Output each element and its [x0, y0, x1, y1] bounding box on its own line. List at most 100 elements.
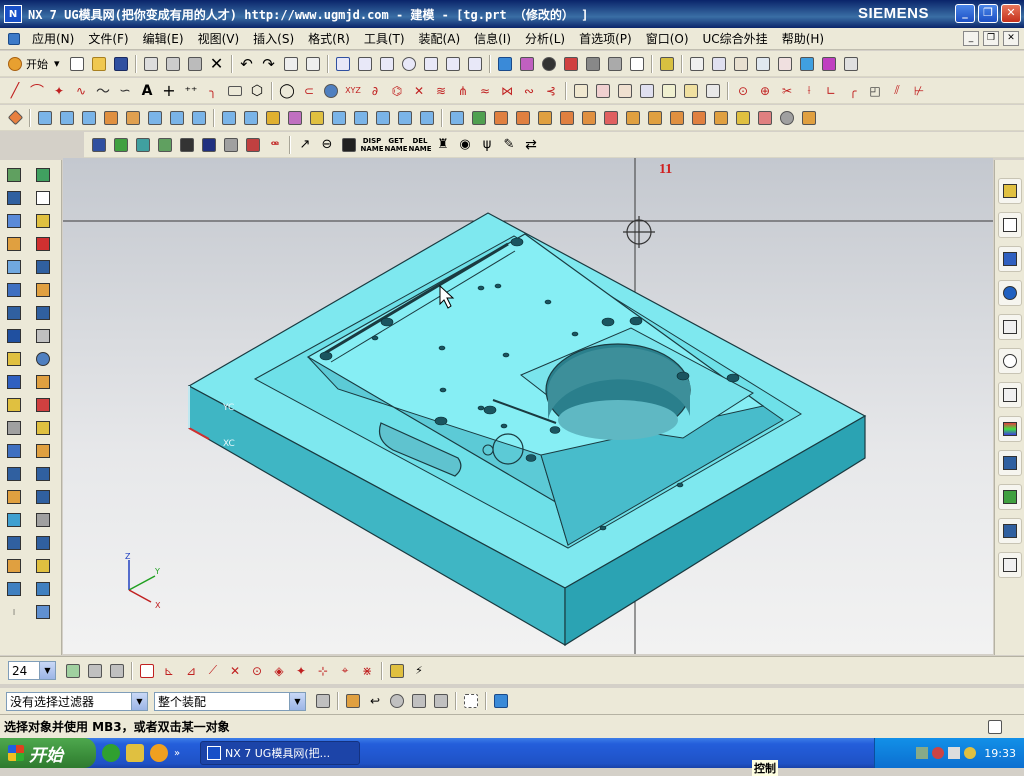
- orient-wcs-icon[interactable]: ↗: [295, 135, 315, 155]
- studio-render-icon[interactable]: [583, 54, 603, 74]
- perspective-icon[interactable]: [443, 54, 463, 74]
- save-icon[interactable]: [111, 54, 131, 74]
- mirror-body-icon[interactable]: [33, 326, 53, 346]
- tray-network-icon[interactable]: [916, 747, 929, 759]
- layer-visibility-icon[interactable]: [63, 661, 83, 681]
- menu-item-file[interactable]: 文件(F): [81, 30, 135, 47]
- open-file-icon[interactable]: [89, 54, 109, 74]
- notes-tab-icon[interactable]: [998, 552, 1022, 578]
- extract-curve-icon[interactable]: ≈: [475, 81, 495, 101]
- offset-face-icon[interactable]: [417, 108, 437, 128]
- rotate-icon[interactable]: [399, 54, 419, 74]
- wrap-curve-icon[interactable]: ⋈: [497, 81, 517, 101]
- sweep-icon[interactable]: [79, 108, 99, 128]
- menu-item-assembly[interactable]: 装配(A): [412, 30, 468, 47]
- chevron-down-icon[interactable]: ▼: [39, 662, 55, 679]
- transform-icon[interactable]: [33, 372, 53, 392]
- switch-window-icon[interactable]: [303, 54, 323, 74]
- edit-pencil-icon[interactable]: ✎: [499, 135, 519, 155]
- edit-fillet-icon[interactable]: [659, 81, 679, 101]
- shaded-cube-icon[interactable]: [495, 54, 515, 74]
- menu-item-tools[interactable]: 工具(T): [357, 30, 412, 47]
- quadrant-point-icon[interactable]: ◈: [269, 661, 289, 681]
- curve-icon[interactable]: 〜: [93, 81, 113, 101]
- rectangle-icon[interactable]: [225, 81, 245, 101]
- menu-item-edit[interactable]: 编辑(E): [136, 30, 191, 47]
- system-materials-tab-icon[interactable]: [998, 382, 1022, 408]
- emboss-icon[interactable]: [33, 464, 53, 484]
- quick-trim-icon[interactable]: ✂: [777, 81, 797, 101]
- chevron-down-icon[interactable]: ▼: [289, 692, 305, 710]
- draft-icon[interactable]: [373, 108, 393, 128]
- mdi-close-button[interactable]: ✕: [1003, 31, 1019, 46]
- tag-icon[interactable]: [339, 135, 359, 155]
- sketch-constraint-icon[interactable]: ⊙: [733, 81, 753, 101]
- layer-icon[interactable]: [33, 165, 53, 185]
- edit-curve-icon[interactable]: [571, 81, 591, 101]
- section-curve-icon[interactable]: ⋔: [453, 81, 473, 101]
- menu-item-analysis[interactable]: 分析(L): [518, 30, 572, 47]
- direction-arrow-icon[interactable]: ⇄: [521, 135, 541, 155]
- section-view-icon[interactable]: [605, 54, 625, 74]
- history-tab-icon[interactable]: [998, 348, 1022, 374]
- assembly-navigator-icon[interactable]: [4, 165, 24, 185]
- delete-face-icon[interactable]: [491, 108, 511, 128]
- quicklaunch-folder-icon[interactable]: [126, 744, 144, 762]
- boss-icon[interactable]: [123, 108, 143, 128]
- arc-icon[interactable]: ⌒: [27, 81, 47, 101]
- wrap-icon[interactable]: [33, 441, 53, 461]
- hole-series-icon[interactable]: [33, 487, 53, 507]
- selection-scope-combo[interactable]: 整个装配 ▼: [154, 691, 306, 711]
- analyze-icon[interactable]: [155, 135, 175, 155]
- core-cavity-icon[interactable]: [4, 234, 24, 254]
- assembly-navigator-tab-icon[interactable]: [998, 178, 1022, 204]
- taskbar-item-nx[interactable]: NX 7 UG模具网(把...: [200, 741, 360, 765]
- intersect-icon[interactable]: [263, 108, 283, 128]
- layer-settings-icon[interactable]: [731, 54, 751, 74]
- wcs-dynamic-icon[interactable]: [657, 54, 677, 74]
- feature-select-icon[interactable]: [343, 691, 363, 711]
- start-button[interactable]: 开始: [0, 738, 96, 768]
- copy-icon[interactable]: [163, 54, 183, 74]
- view-manager-icon[interactable]: [4, 556, 24, 576]
- insert-pocket-icon[interactable]: [4, 257, 24, 277]
- mold-tools-icon[interactable]: [601, 108, 621, 128]
- edit-object-icon[interactable]: [819, 54, 839, 74]
- body-info-icon[interactable]: [111, 135, 131, 155]
- roles-tab-icon[interactable]: [998, 450, 1022, 476]
- cut-icon[interactable]: [141, 54, 161, 74]
- control-point-icon[interactable]: ⟋: [203, 661, 223, 681]
- background-icon[interactable]: [627, 54, 647, 74]
- make-corner-icon[interactable]: ∟: [821, 81, 841, 101]
- patch-body-icon[interactable]: [579, 108, 599, 128]
- unite-icon[interactable]: [219, 108, 239, 128]
- shell-icon[interactable]: [395, 108, 415, 128]
- general-selection-filter-icon[interactable]: [313, 691, 333, 711]
- shaded-mode-icon[interactable]: [539, 54, 559, 74]
- bounded-grid-icon[interactable]: ⋇: [357, 661, 377, 681]
- face-info-icon[interactable]: [133, 135, 153, 155]
- fit-window-icon[interactable]: [985, 717, 1005, 737]
- process-studio-tab-icon[interactable]: [998, 484, 1022, 510]
- existing-point-icon[interactable]: ✦: [291, 661, 311, 681]
- snap-point-icon[interactable]: [137, 661, 157, 681]
- mass-props-icon[interactable]: [221, 135, 241, 155]
- sphere-surface-icon[interactable]: [33, 349, 53, 369]
- start-dropdown-arrow[interactable]: ▾: [54, 57, 60, 70]
- object-display-icon[interactable]: [775, 54, 795, 74]
- rectangle-select-icon[interactable]: [461, 691, 481, 711]
- menu-item-format[interactable]: 格式(R): [301, 30, 357, 47]
- point-on-curve-icon[interactable]: ⊹: [313, 661, 333, 681]
- quick-extend-icon[interactable]: ⟊: [799, 81, 819, 101]
- scale-icon[interactable]: [33, 418, 53, 438]
- del-name-button[interactable]: DEL NAME: [409, 135, 432, 155]
- point-on-face-icon[interactable]: ⌖: [335, 661, 355, 681]
- ejector-pin-icon[interactable]: [4, 326, 24, 346]
- trim-curve-icon[interactable]: [615, 81, 635, 101]
- pocket-tool-icon[interactable]: [4, 464, 24, 484]
- solid-body-icon[interactable]: [33, 579, 53, 599]
- select-edge-icon[interactable]: [431, 691, 451, 711]
- move-object-icon[interactable]: [33, 395, 53, 415]
- pad-icon[interactable]: [167, 108, 187, 128]
- delete-icon[interactable]: ✕: [207, 54, 227, 74]
